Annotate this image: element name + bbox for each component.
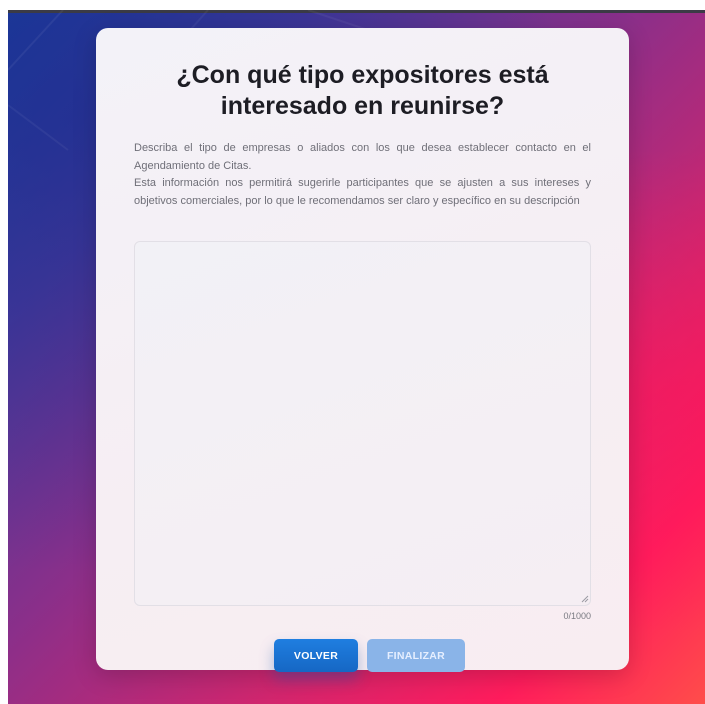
- textarea-resize-icon[interactable]: [580, 594, 589, 603]
- background: ¿Con qué tipo expositores está interesad…: [8, 10, 705, 704]
- finish-button[interactable]: FINALIZAR: [367, 639, 465, 672]
- description-text-1: Describa el tipo de empresas o aliados c…: [134, 142, 591, 172]
- description-textarea[interactable]: [134, 241, 591, 606]
- description-text-2: Esta información nos permitirá sugerirle…: [134, 177, 591, 207]
- form-card: ¿Con qué tipo expositores está interesad…: [96, 28, 629, 672]
- description: Describa el tipo de empresas o aliados c…: [134, 140, 591, 210]
- page-title: ¿Con qué tipo expositores está interesad…: [176, 61, 549, 120]
- character-counter: 0/1000: [563, 611, 591, 621]
- back-button[interactable]: VOLVER: [274, 639, 358, 672]
